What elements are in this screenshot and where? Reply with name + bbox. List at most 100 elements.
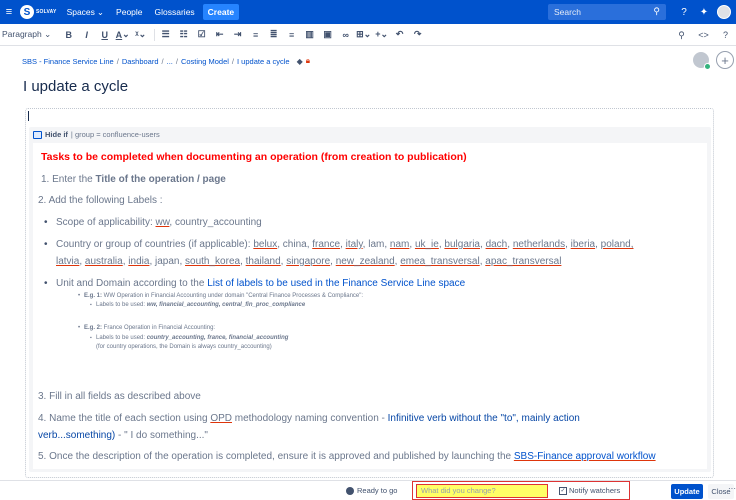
- breadcrumb-item[interactable]: Dashboard: [122, 57, 159, 66]
- country-tag: france: [312, 239, 341, 250]
- notifications-icon[interactable]: ✦: [696, 4, 712, 20]
- country-tag: australia: [84, 256, 123, 267]
- source-editor-icon[interactable]: <>: [696, 27, 711, 43]
- top-navigation: ≡ S SOLVAY Spaces ⌄ People Glossaries Cre…: [0, 0, 736, 24]
- country-tag: latvia: [56, 256, 80, 267]
- country-tag: japan: [155, 256, 180, 267]
- bullet-list-icon[interactable]: ☰: [158, 27, 173, 43]
- layout-icon[interactable]: ▥: [302, 27, 317, 43]
- macro-condition: | group = confluence-users: [70, 130, 160, 139]
- example-2-labels: Labels to be used: country_accounting, f…: [90, 335, 289, 341]
- find-icon[interactable]: ⚲: [674, 27, 689, 43]
- step-3: 3. Fill in all fields as described above: [38, 391, 201, 402]
- step-4-example: - " I do something...": [115, 430, 208, 441]
- text-color-button[interactable]: A ⌄: [115, 27, 130, 43]
- italic-button[interactable]: I: [79, 27, 94, 43]
- breadcrumb-item[interactable]: ...: [167, 57, 173, 66]
- step-4-mid: methodology naming convention -: [232, 413, 388, 424]
- country-tag: bulgaria: [444, 239, 480, 250]
- country-tag: apac_transversal: [485, 256, 562, 267]
- nav-spaces[interactable]: Spaces ⌄: [67, 7, 104, 18]
- editor-toolbar: Paragraph ⌄ B I U A ⌄ ᵡ⌄ ☰ ☷ ☑ ⇤ ⇥ ≡ ≣ ≡ …: [0, 24, 736, 46]
- step-4-convention-cont: verb...something): [38, 430, 116, 441]
- avatar-icon: [717, 5, 731, 19]
- more-options-icon[interactable]: ···: [728, 484, 736, 493]
- search-icon: ⚲: [653, 6, 660, 16]
- nav-people-label: People: [116, 7, 143, 17]
- help-icon[interactable]: ?: [676, 4, 692, 20]
- country-tag: lam: [368, 239, 385, 250]
- breadcrumb-item[interactable]: Costing Model: [181, 57, 229, 66]
- scope-ww: ww: [155, 217, 170, 228]
- list-item-scope: Scope of applicability: ww, country_acco…: [44, 217, 262, 228]
- user-avatar[interactable]: [716, 4, 732, 20]
- label-tag-icon[interactable]: ◆: [297, 57, 303, 66]
- country-tag: new_zealand: [335, 256, 395, 267]
- approval-workflow-link[interactable]: SBS-Finance approval workflow: [514, 451, 656, 462]
- create-button[interactable]: Create: [202, 4, 240, 20]
- instructions-heading: Tasks to be completed when documenting a…: [41, 151, 467, 163]
- breadcrumb-item[interactable]: I update a cycle: [237, 57, 290, 66]
- restriction-lock-icon[interactable]: 🔒︎: [306, 56, 310, 66]
- unit-prefix: Unit and Domain according to the: [56, 278, 208, 289]
- toolbar-divider: [154, 28, 156, 41]
- align-center-icon[interactable]: ≣: [266, 27, 281, 43]
- step-4-convention: Infinitive verb without the "to", mainly…: [387, 413, 580, 424]
- app-switcher-icon[interactable]: ≡: [0, 6, 18, 18]
- country-line-2: latvia, australia, india, japan, south_k…: [56, 256, 562, 267]
- indent-icon[interactable]: ⇥: [230, 27, 245, 43]
- update-button[interactable]: Update: [671, 484, 703, 499]
- macro-icon: [33, 130, 42, 139]
- task-list-icon[interactable]: ☑: [194, 27, 209, 43]
- link-icon[interactable]: ∞: [338, 27, 353, 43]
- search-input[interactable]: Search ⚲: [548, 4, 666, 20]
- breadcrumb-separator: /: [231, 56, 235, 66]
- breadcrumb-separator: /: [175, 56, 178, 66]
- paragraph-style-dropdown[interactable]: Paragraph ⌄: [2, 29, 51, 40]
- insert-more-icon[interactable]: +⌄: [374, 27, 389, 43]
- help-toolbar-icon[interactable]: ?: [718, 27, 733, 43]
- align-right-icon[interactable]: ≡: [284, 27, 299, 43]
- macro-header[interactable]: Hide if | group = confluence-users: [33, 130, 160, 139]
- redo-icon[interactable]: ↷: [410, 27, 425, 43]
- table-icon[interactable]: ⊞⌄: [356, 27, 371, 43]
- undo-icon[interactable]: ↶: [392, 27, 407, 43]
- invite-button[interactable]: +: [716, 51, 734, 69]
- step-1-text: 1. Enter the: [41, 174, 96, 185]
- step-4-prefix: 4. Name the title of each section using: [38, 413, 211, 424]
- align-left-icon[interactable]: ≡: [248, 27, 263, 43]
- labels-list-link[interactable]: List of labels to be used in the Finance…: [207, 278, 465, 289]
- country-tag: netherlands: [512, 239, 566, 250]
- breadcrumb-separator: /: [116, 56, 119, 66]
- brand-mark-icon: S: [20, 5, 34, 19]
- breadcrumb: SBS - Finance Service Line / Dashboard / .…: [22, 56, 310, 66]
- example-2-text: France Operation in Financial Accounting…: [102, 325, 216, 331]
- country-tag: emea_transversal: [400, 256, 480, 267]
- page-title[interactable]: I update a cycle: [23, 78, 128, 95]
- image-icon[interactable]: ▣: [320, 27, 335, 43]
- list-item-country: Country or group of countries (if applic…: [44, 239, 633, 250]
- step-5: 5. Once the description of the operation…: [38, 451, 656, 462]
- numbered-list-icon[interactable]: ☷: [176, 27, 191, 43]
- step-4-opd: OPD: [210, 413, 232, 424]
- scope-rest: , country_accounting: [169, 217, 262, 228]
- step-1: 1. Enter the Title of the operation / pa…: [41, 174, 226, 185]
- example-2-labels-values: country_accounting, france, financial_ac…: [146, 335, 289, 341]
- more-formatting-button[interactable]: ᵡ⌄: [133, 27, 148, 43]
- breadcrumb-item[interactable]: SBS - Finance Service Line: [22, 57, 114, 66]
- example-1-labels: Labels to be used: ww, financial_account…: [90, 302, 305, 308]
- country-tag: uk_ie: [414, 239, 439, 250]
- ready-icon: [346, 486, 354, 495]
- scope-prefix: Scope of applicability:: [56, 217, 156, 228]
- outdent-icon[interactable]: ⇤: [212, 27, 227, 43]
- underline-button[interactable]: U: [97, 27, 112, 43]
- bold-button[interactable]: B: [61, 27, 76, 43]
- nav-people[interactable]: People: [116, 7, 142, 17]
- country-tag: china: [282, 239, 307, 250]
- editor-avatar[interactable]: [693, 52, 711, 70]
- ready-status[interactable]: Ready to go: [346, 486, 397, 495]
- nav-glossaries[interactable]: Glossaries: [155, 7, 195, 17]
- breadcrumb-separator: /: [161, 56, 164, 66]
- country-tag: singapore: [286, 256, 331, 267]
- brand-logo[interactable]: S SOLVAY: [20, 5, 57, 19]
